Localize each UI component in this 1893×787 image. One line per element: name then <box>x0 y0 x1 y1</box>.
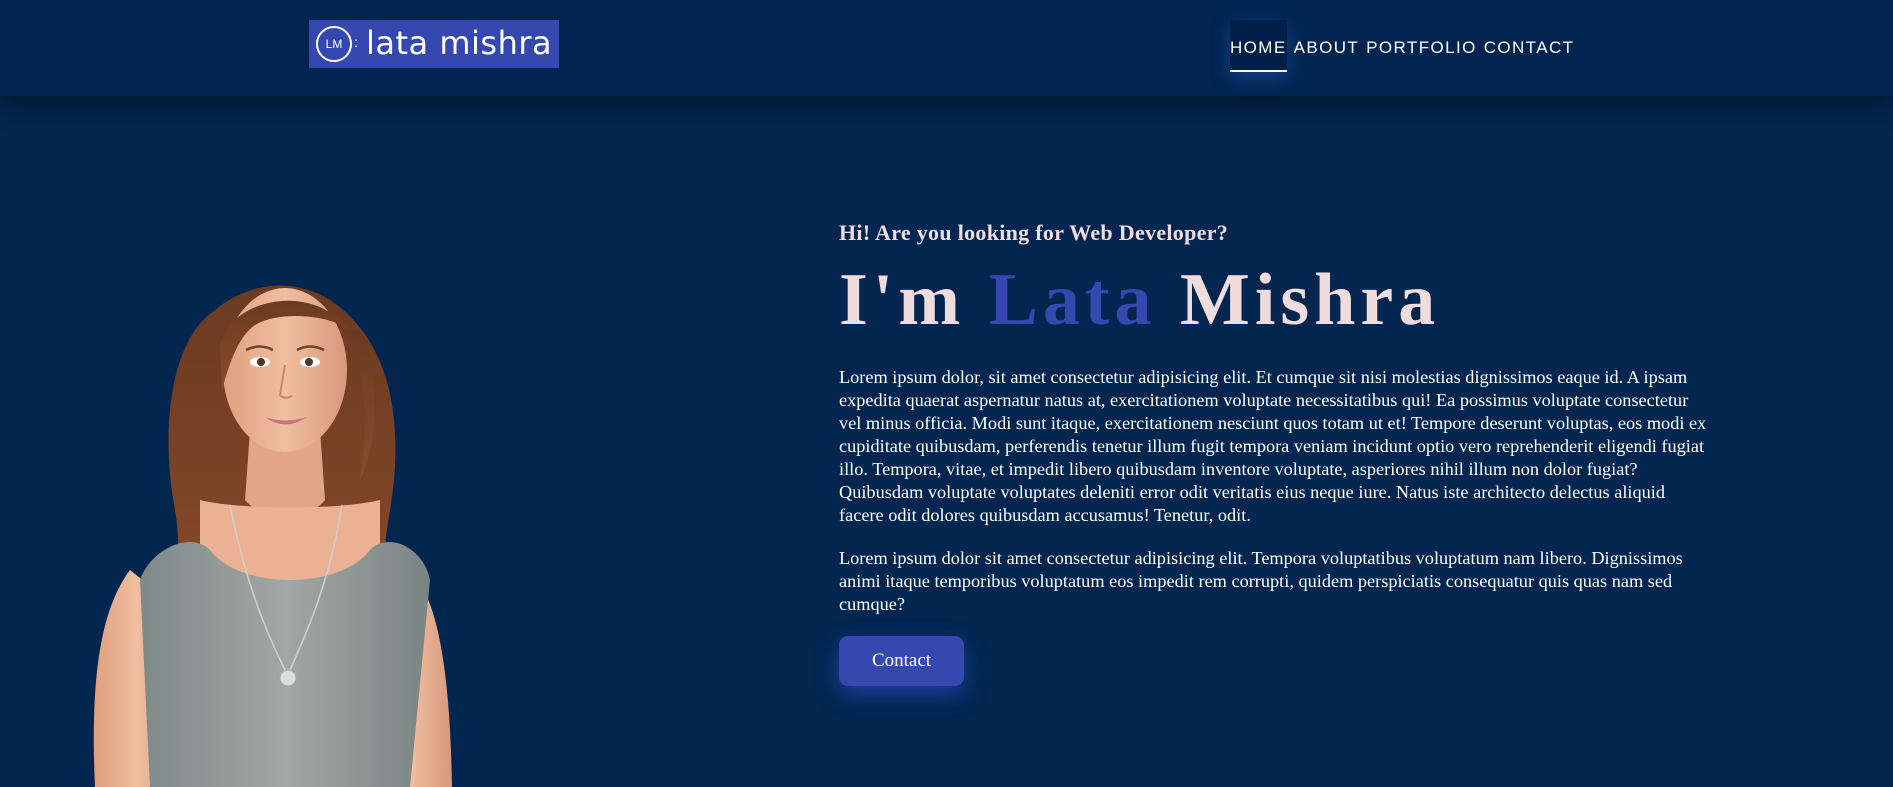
contact-button[interactable]: Contact <box>839 635 964 686</box>
nav-home[interactable]: HOME <box>1230 20 1287 72</box>
logo[interactable]: LM lata mishra <box>309 20 559 68</box>
nav-about[interactable]: ABOUT <box>1294 20 1360 72</box>
hero-paragraph-1: Lorem ipsum dolor, sit amet consectetur … <box>839 366 1707 525</box>
hero-headline: I'm Lata Mishra <box>839 259 1719 341</box>
nav-contact[interactable]: CONTACT <box>1484 20 1575 72</box>
hero-paragraph-2: Lorem ipsum dolor sit amet consectetur a… <box>839 547 1683 614</box>
logo-text: lata mishra <box>366 23 553 62</box>
headline-first-name: Lata <box>988 259 1157 341</box>
nav-portfolio[interactable]: PORTFOLIO <box>1366 20 1477 72</box>
headline-prefix: I'm <box>839 259 965 341</box>
hero-subtitle: Hi! Are you looking for Web Developer? <box>839 220 1229 245</box>
site-header: LM lata mishra HOME ABOUT PORTFOLIO CONT… <box>0 0 1893 96</box>
hero-section: Hi! Are you looking for Web Developer? I… <box>839 220 1719 686</box>
main-nav: HOME ABOUT PORTFOLIO CONTACT <box>1230 20 1581 72</box>
logo-badge-icon: LM <box>316 26 358 62</box>
headline-last-name: Mishra <box>1180 259 1441 341</box>
profile-photo <box>93 285 452 787</box>
